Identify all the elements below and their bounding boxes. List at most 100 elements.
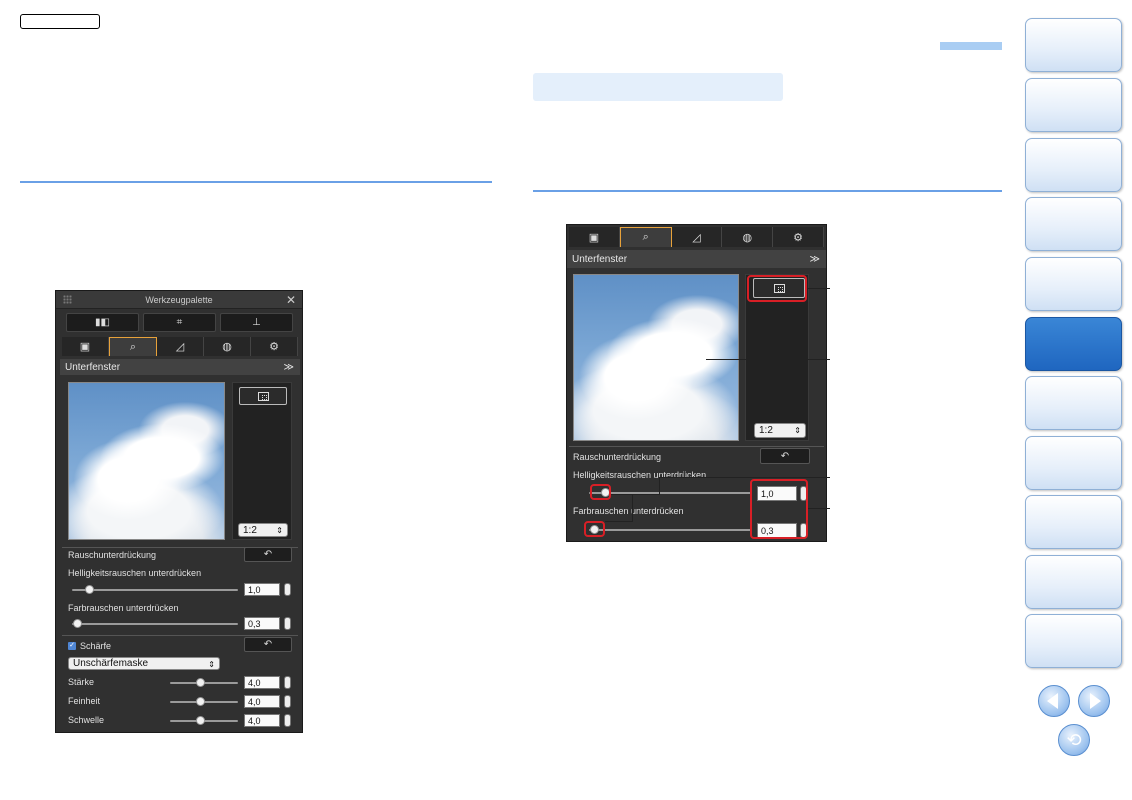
tone-curve-icon: ◿ <box>175 341 185 353</box>
nav-tab-3[interactable] <box>1025 138 1122 192</box>
palette-tabs: ▣ ⌕ ◿ ◍ ⚙ <box>569 227 824 247</box>
subwindow-header[interactable]: Unterfenster ≫ <box>567 250 826 268</box>
fineness-value-field[interactable]: 4,0 <box>244 695 280 708</box>
reset-icon: ↶ <box>263 639 273 650</box>
callout-line <box>808 508 830 509</box>
nav-tab-1[interactable] <box>1025 18 1122 72</box>
divider <box>569 446 824 447</box>
zoom-select[interactable]: 1:2 ⇕ <box>754 423 806 438</box>
nav-tab-10[interactable] <box>1025 555 1122 609</box>
noise-sharpness-icon: ⌕ <box>129 340 137 353</box>
nav-tab-6[interactable] <box>1025 317 1122 371</box>
nav-tab-2[interactable] <box>1025 78 1122 132</box>
sharpness-mode-select[interactable]: Unschärfemaske ⇕ <box>68 657 220 670</box>
tab-settings[interactable]: ⚙ <box>251 337 298 356</box>
subwindow-header[interactable]: Unterfenster ≫ <box>60 359 300 375</box>
tab-noise-sharpness[interactable]: ⌕ <box>109 337 157 356</box>
fineness-stepper[interactable] <box>284 695 291 708</box>
next-page-button[interactable] <box>1078 685 1110 717</box>
return-button[interactable]: ⟲ <box>1058 724 1090 756</box>
preview-side-pane <box>232 382 292 540</box>
close-icon[interactable]: ✕ <box>286 293 296 307</box>
luminance-value: 1,0 <box>248 584 261 595</box>
chroma-noise-label: Farbrauschen unterdrücken <box>573 506 684 516</box>
threshold-slider-knob[interactable] <box>196 716 205 725</box>
strength-value-field[interactable]: 4,0 <box>244 676 280 689</box>
chroma-value: 0,3 <box>248 618 261 629</box>
tab-color[interactable]: ◍ <box>722 227 774 247</box>
tab-settings[interactable]: ⚙ <box>773 227 824 247</box>
nav-tab-11[interactable] <box>1025 614 1122 668</box>
nav-tab-8[interactable] <box>1025 436 1122 490</box>
select-arrow-icon: ⇕ <box>276 526 283 535</box>
strength-stepper[interactable] <box>284 676 291 689</box>
step-label-pill <box>533 73 783 101</box>
highlight-luminance-knob <box>590 484 611 500</box>
zoom-value: 1:2 <box>759 425 773 436</box>
luminance-slider-track[interactable] <box>72 589 238 591</box>
callout-line <box>632 494 633 522</box>
luminance-noise-label: Helligkeitsrauschen unterdrücken <box>68 568 202 578</box>
settings-icon: ⚙ <box>793 231 804 244</box>
chroma-slider-track[interactable] <box>589 529 751 531</box>
chroma-slider-track[interactable] <box>72 623 238 625</box>
chroma-value-field[interactable]: 0,3 <box>244 617 280 630</box>
stamp-button[interactable]: ⊥ <box>220 313 293 332</box>
fineness-value: 4,0 <box>248 696 261 707</box>
collapse-icon[interactable]: ≫ <box>284 362 294 373</box>
highlight-value-fields <box>750 479 808 539</box>
chroma-slider-knob[interactable] <box>72 619 82 628</box>
page-tag <box>20 14 100 29</box>
preview-image[interactable] <box>573 274 739 441</box>
noise-sharpness-icon: ⌕ <box>642 231 649 243</box>
callout-line <box>706 359 830 360</box>
check-icon: ✓ <box>69 642 75 649</box>
crop-button[interactable]: ⌗ <box>143 313 216 332</box>
stamp-icon: ⊥ <box>252 317 261 328</box>
fineness-slider-knob[interactable] <box>196 697 205 706</box>
sharpness-label: Schärfe <box>80 641 112 651</box>
settings-icon: ⚙ <box>269 341 279 353</box>
preview-image[interactable] <box>68 382 225 540</box>
tab-tone-curve[interactable]: ◿ <box>157 337 204 356</box>
noise-reset-button[interactable]: ↶ <box>244 547 292 562</box>
palette-title: Werkzeugpalette <box>145 295 213 305</box>
color-icon: ◍ <box>742 231 753 244</box>
nav-tab-4[interactable] <box>1025 197 1122 251</box>
tab-basic-adjust[interactable]: ▣ <box>62 337 109 356</box>
nav-tab-9[interactable] <box>1025 495 1122 549</box>
strength-slider-knob[interactable] <box>196 678 205 687</box>
noise-reduction-label: Rauschunterdrückung <box>68 550 157 560</box>
luminance-value-field[interactable]: 1,0 <box>244 583 280 596</box>
zoom-select[interactable]: 1:2 ⇕ <box>238 523 288 537</box>
luminance-stepper[interactable] <box>284 583 291 596</box>
palette-titlebar[interactable]: Werkzeugpalette ✕ <box>56 291 302 309</box>
nav-tab-7[interactable] <box>1025 376 1122 430</box>
chroma-stepper[interactable] <box>284 617 291 630</box>
sharpness-checkbox[interactable]: ✓ <box>68 642 76 650</box>
sharpness-reset-button[interactable]: ↶ <box>244 637 292 652</box>
crop-icon: ⌗ <box>176 317 183 328</box>
tab-color[interactable]: ◍ <box>204 337 251 356</box>
select-arrow-icon: ⇕ <box>794 426 801 435</box>
nav-tab-5[interactable] <box>1025 257 1122 311</box>
luminance-slider-knob[interactable] <box>84 585 94 594</box>
sharpness-mode-value: Unschärfemaske <box>73 658 149 669</box>
navigator-button[interactable] <box>239 387 287 405</box>
threshold-value-field[interactable]: 4,0 <box>244 714 280 727</box>
tab-tone-curve[interactable]: ◿ <box>671 227 723 247</box>
return-icon: ⟲ <box>1066 729 1082 750</box>
section-marker <box>940 42 1002 50</box>
strength-label: Stärke <box>68 677 95 687</box>
tab-noise-sharpness[interactable]: ⌕ <box>619 227 672 247</box>
right-section-rule <box>533 190 1002 192</box>
callout-line <box>605 521 633 522</box>
tab-basic-adjust[interactable]: ▣ <box>569 227 620 247</box>
subwindow-title: Unterfenster <box>65 361 121 373</box>
threshold-stepper[interactable] <box>284 714 291 727</box>
reset-icon: ↶ <box>780 450 790 462</box>
noise-reset-button[interactable]: ↶ <box>760 448 810 464</box>
collapse-icon[interactable]: ≫ <box>810 254 820 265</box>
filmstrip-button[interactable]: ▮◧ <box>66 313 139 332</box>
prev-page-button[interactable] <box>1038 685 1070 717</box>
